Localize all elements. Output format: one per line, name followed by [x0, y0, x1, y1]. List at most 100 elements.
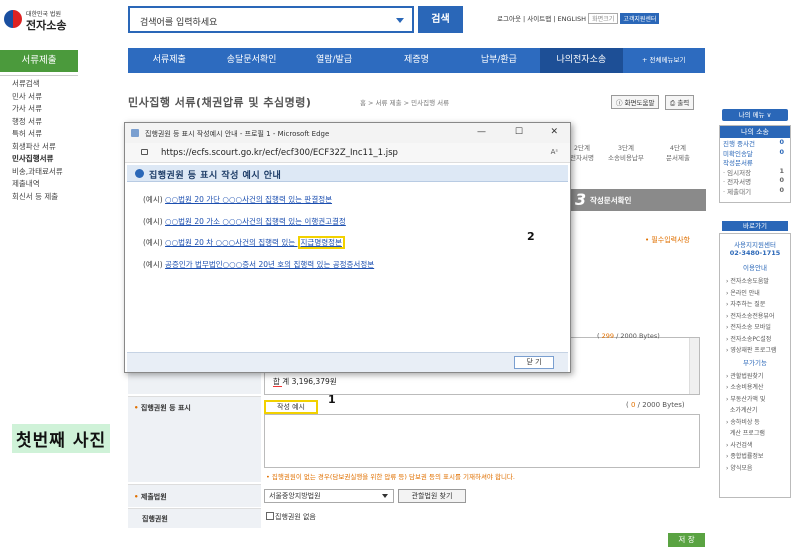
logo-title: 전자소송	[26, 19, 67, 32]
my-menu-button[interactable]: 나의 메뉴 ∨	[722, 109, 788, 121]
sidebar-item-family[interactable]: 가사 서류	[12, 103, 63, 116]
byte-counter-1: ( 299 / 2000 Bytes)	[597, 332, 660, 340]
step-number: 3	[575, 190, 587, 209]
my-case-row[interactable]: · 전자서명 0	[720, 176, 790, 186]
example-link[interactable]: ○○법원 20 차 ○○○사건의 집행력 있는 지급명령정본	[165, 236, 345, 249]
quick-link[interactable]: › 전자소송전용뷰어	[720, 311, 790, 323]
read-aloud-icon[interactable]: Aˢ	[551, 148, 558, 156]
page-icon	[131, 129, 139, 137]
search-button[interactable]: 검색	[418, 6, 463, 33]
my-case-row[interactable]: 진행 중사건 0	[720, 138, 790, 148]
quick-link[interactable]: › 송하비상 등	[720, 417, 790, 429]
nav-all-menu[interactable]: + 전체메뉴보기	[623, 48, 705, 73]
sidebar-item-reply[interactable]: 회신서 등 제출	[12, 191, 63, 204]
print-button[interactable]: ⎙ 출력	[665, 95, 695, 110]
nav-delivery-check[interactable]: 송달문서확인	[210, 48, 292, 73]
customer-center-button[interactable]: 고객지원센터	[620, 13, 660, 24]
nav-document-submit[interactable]: 서류제출	[128, 48, 210, 73]
example-link[interactable]: ○○법원 20 가단 ○○○사건의 집행력 있는 판결정본	[165, 195, 332, 204]
sidebar-item-patent[interactable]: 특허 서류	[12, 128, 63, 141]
court-value: 서울중앙지방법원	[269, 492, 321, 500]
sidebar-item-search[interactable]: 서류검색	[12, 78, 63, 91]
minimize-icon[interactable]: —	[477, 127, 486, 137]
quick-link[interactable]: › 종합법률정보	[720, 451, 790, 463]
quick-link[interactable]: › 부동산가액 및	[720, 394, 790, 406]
quick-link[interactable]: › 영상재판 프로그램	[720, 345, 790, 357]
save-button[interactable]: 저 장	[668, 533, 705, 547]
current-step-banner: 3 작성문서확인	[570, 189, 706, 211]
court-select[interactable]: 서울중앙지방법원	[264, 489, 394, 503]
address-bar[interactable]: https://ecfs.scourt.go.kr/ecf/ecf300/ECF…	[125, 143, 570, 163]
sidebar-item-civil-execution[interactable]: 민사집행서류	[12, 153, 63, 166]
my-case-row[interactable]: · 임시저장 1	[720, 167, 790, 177]
exec-note: • 집행권원이 없는 경우(담보권실행을 위한 압류 등) 담보권 등의 표시를…	[266, 473, 515, 481]
court-emblem-icon	[4, 10, 22, 28]
help-label: 화면도움말	[624, 99, 655, 107]
caption-label: 첫번째 사진	[12, 424, 111, 453]
nav-my-ecourt[interactable]: 나의전자소송	[540, 48, 623, 73]
sidebar-menu: 서류검색 민사 서류 가사 서류 행정 서류 특허 서류 회생파산 서류 민사집…	[12, 78, 63, 203]
step-4: 4단계 문서제출	[666, 144, 690, 162]
top-navigation: 서류제출 송달문서확인 열람/발급 제증명 납부/환급 나의전자소송 + 전체메…	[128, 48, 705, 73]
my-case-row[interactable]: 작성문서류	[720, 157, 790, 167]
popup-window[interactable]: 집행권원 등 표시 작성예시 안내 - 프로필 1 - Microsoft Ed…	[124, 122, 571, 373]
help-button[interactable]: ⓘ 화면도움말	[611, 95, 660, 109]
close-icon[interactable]: ✕	[550, 127, 558, 137]
sidebar-item-history[interactable]: 제출내역	[12, 178, 63, 191]
quick-link[interactable]: 소가계산기	[720, 405, 790, 417]
highlight-box[interactable]: 지급명령정본	[297, 236, 345, 249]
sidebar-item-non-contentious[interactable]: 비송,과태료서류	[12, 166, 63, 179]
quick-link[interactable]: › 소송비용계산	[720, 382, 790, 394]
quick-link[interactable]: › 관할법원찾기	[720, 371, 790, 383]
breadcrumb: 홈 > 서류 제출 > 민사집행 서류	[360, 99, 450, 107]
court-label: • 제출법원	[134, 493, 167, 501]
example-button[interactable]: 작성 예시	[264, 400, 318, 414]
quick-link[interactable]: › 전자소송PC설정	[720, 334, 790, 346]
url-text: https://ecfs.scourt.go.kr/ecf/ecf300/ECF…	[161, 148, 398, 158]
title-label: 집행권원	[142, 515, 168, 523]
no-title-checkbox[interactable]: 집행권원 없음	[266, 512, 316, 522]
quick-link[interactable]: › 전자소송 모바일	[720, 322, 790, 334]
site-logo[interactable]: 대한민국 법원 전자소송	[4, 8, 74, 34]
nav-certificate[interactable]: 제증명	[375, 48, 457, 73]
quick-link[interactable]: 계산 프로그램	[720, 428, 790, 440]
scrollbar[interactable]	[689, 338, 699, 394]
quick-link[interactable]: › 사건검색	[720, 440, 790, 452]
sitemap-link[interactable]: 사이트맵	[527, 15, 551, 23]
title-label-cell: 집행권원	[128, 508, 261, 528]
english-link[interactable]: ENGLISH	[558, 15, 587, 23]
example-link[interactable]: 공증인가 법무법인○○○증서 20년 호의 집행력 있는 공정증서정본	[165, 260, 374, 269]
quick-link[interactable]: › 전자소송도움말	[720, 276, 790, 288]
logout-link[interactable]: 로그아웃	[497, 15, 521, 23]
search-input[interactable]: 검색어를 입력하세요	[128, 6, 414, 33]
court-find-button[interactable]: 관할법원 찾기	[398, 489, 466, 503]
example-link[interactable]: ○○법원 20 가소 ○○○사건의 집행력 있는 이행권고결정	[165, 217, 346, 226]
my-case-row[interactable]: · 제출대기 0	[720, 186, 790, 196]
annotation-2: 2	[527, 230, 535, 243]
nav-payment[interactable]: 납부/환급	[458, 48, 540, 73]
exec-textarea[interactable]	[264, 414, 700, 468]
my-case-row[interactable]: 미확인송달 0	[720, 148, 790, 158]
popup-header-title: 집행권원 등 표시 작성 예시 안내	[149, 171, 282, 181]
popup-titlebar[interactable]: 집행권원 등 표시 작성예시 안내 - 프로필 1 - Microsoft Ed…	[125, 123, 570, 143]
sidebar-item-bankruptcy[interactable]: 회생파산 서류	[12, 141, 63, 154]
exec-label-cell: • 집행권원 등 표시	[128, 396, 261, 482]
quick-link[interactable]: › 양식모음	[720, 463, 790, 475]
font-size-select[interactable]: 화면크기	[588, 13, 619, 24]
maximize-icon[interactable]: ☐	[515, 127, 523, 137]
checkbox-icon[interactable]	[266, 512, 274, 520]
quick-link[interactable]: › 온라인 안내	[720, 288, 790, 300]
example-item: (예시) ○○법원 20 가소 ○○○사건의 집행력 있는 이행권고결정	[143, 217, 346, 226]
step-3: 3단계 소송비용납부	[608, 144, 644, 162]
example-item: (예시) ○○법원 20 차 ○○○사건의 집행력 있는 지급명령정본	[143, 236, 345, 249]
quick-link[interactable]: › 자주하는 질문	[720, 299, 790, 311]
sidebar-item-admin[interactable]: 행정 서류	[12, 116, 63, 129]
chevron-down-icon[interactable]	[396, 18, 404, 23]
support-center: 사용지지원센터	[734, 241, 776, 249]
step-label: 작성문서확인	[590, 196, 632, 205]
required-note: • 필수입력사항	[645, 236, 690, 244]
nav-view-issue[interactable]: 열람/발급	[293, 48, 375, 73]
spell-underline	[273, 386, 282, 387]
sidebar-item-civil[interactable]: 민사 서류	[12, 91, 63, 104]
popup-close-button[interactable]: 닫 기	[514, 356, 554, 369]
